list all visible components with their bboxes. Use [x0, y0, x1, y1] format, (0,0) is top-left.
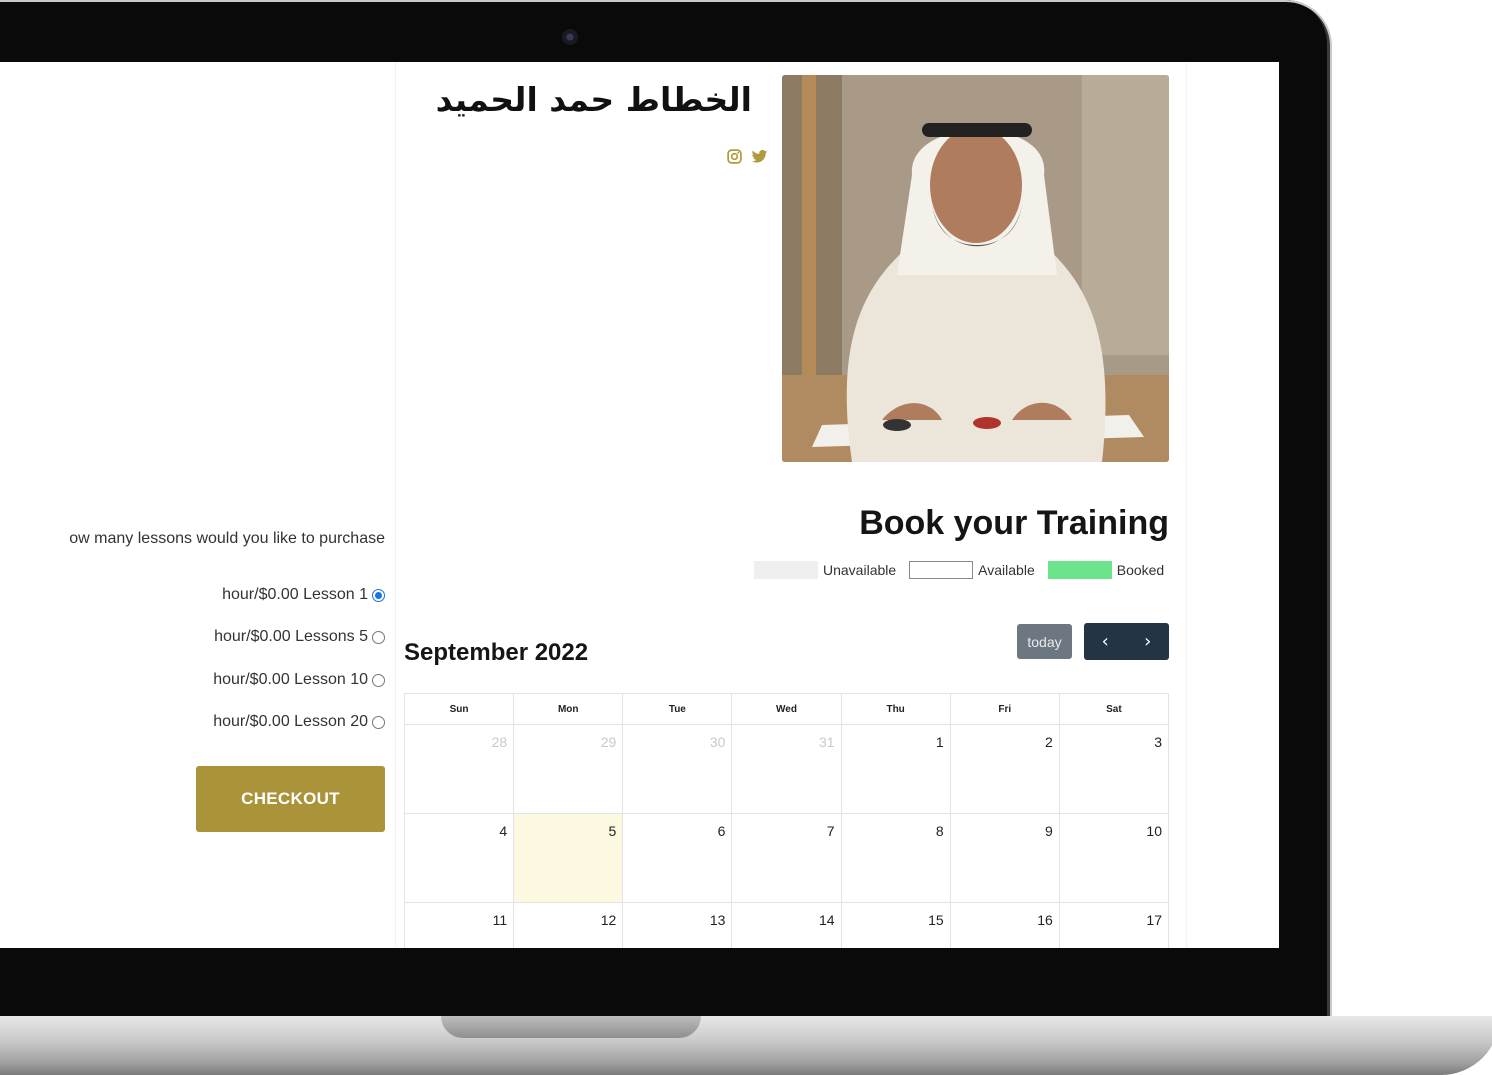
calendar-day-cell[interactable]: 17: [1058, 902, 1170, 948]
booked-swatch: [1047, 561, 1112, 579]
calendar-day-cell[interactable]: 12: [513, 902, 624, 948]
weekday-header: Tue: [622, 693, 733, 725]
calendar-day-cell[interactable]: 8: [840, 813, 951, 903]
calendar-week-row: 11 12 13 14 15 16 17: [403, 902, 1170, 948]
instagram-icon: [727, 149, 742, 164]
twitter-icon: [751, 150, 768, 163]
legend-available-label: Available: [978, 562, 1035, 578]
calendar-day-cell[interactable]: 29: [513, 724, 624, 814]
lesson-option-label: hour/$0.00 Lessons 5: [214, 628, 368, 645]
calendar-day-cell[interactable]: 15: [840, 902, 951, 948]
month-calendar: Sun Mon Tue Wed Thu Fri Sat 28 29 30 31 …: [403, 693, 1170, 948]
instructor-photo: [782, 75, 1169, 462]
social-links: [726, 148, 768, 165]
next-month-button[interactable]: ›: [1127, 623, 1170, 660]
calendar-day-cell[interactable]: 30: [622, 724, 733, 814]
weekday-header: Wed: [731, 693, 842, 725]
weekday-header: Thu: [840, 693, 951, 725]
lesson-option-radio[interactable]: [372, 630, 385, 644]
legend-unavailable-label: Unavailable: [823, 562, 897, 578]
prev-month-button[interactable]: ‹: [1084, 623, 1127, 660]
book-training-heading: Book your Training: [859, 504, 1169, 542]
weekday-header: Sun: [403, 693, 515, 725]
calendar-day-cell[interactable]: 13: [622, 902, 733, 948]
lesson-option-label: hour/$0.00 Lesson 20: [213, 713, 368, 730]
lesson-option-radio[interactable]: [372, 588, 385, 602]
purchase-question: ow many lessons would you like to purcha…: [69, 530, 385, 547]
calendar-day-cell-today[interactable]: 5: [513, 813, 624, 903]
webcam-icon: [562, 29, 578, 45]
calendar-day-cell[interactable]: 6: [622, 813, 733, 903]
lesson-option-radio[interactable]: [372, 715, 385, 729]
calendar-month-title: September 2022: [404, 639, 589, 666]
unavailable-swatch: [754, 561, 818, 579]
calendar-day-cell[interactable]: 1: [840, 724, 951, 814]
lesson-option-10[interactable]: hour/$0.00 Lesson 10: [213, 671, 385, 689]
weekday-header-row: Sun Mon Tue Wed Thu Fri Sat: [403, 693, 1170, 725]
laptop-notch: [441, 1016, 701, 1038]
weekday-header: Sat: [1058, 693, 1170, 725]
screen-bottom-bezel: [0, 948, 1279, 994]
availability-legend: Unavailable Available Booked: [754, 561, 1177, 579]
available-swatch: [909, 561, 974, 579]
instagram-link[interactable]: [726, 148, 743, 165]
laptop-base: [0, 1016, 1492, 1075]
lesson-option-label: hour/$0.00 Lesson 10: [213, 671, 368, 688]
calendar-day-cell[interactable]: 28: [403, 724, 515, 814]
lesson-option-20[interactable]: hour/$0.00 Lesson 20: [213, 713, 385, 731]
calendar-day-cell[interactable]: 7: [731, 813, 842, 903]
browser-viewport: الخطاط حمد الحميد Book your Training Una…: [0, 62, 1279, 948]
weekday-header: Fri: [949, 693, 1060, 725]
lesson-option-radio[interactable]: [372, 673, 385, 687]
calendar-day-cell[interactable]: 10: [1058, 813, 1170, 903]
calendar-day-cell[interactable]: 14: [731, 902, 842, 948]
calendar-week-row: 28 29 30 31 1 2 3: [403, 724, 1170, 814]
calendar-day-cell[interactable]: 4: [403, 813, 515, 903]
checkout-button[interactable]: CHECKOUT: [196, 766, 385, 832]
calendar-week-row: 4 5 6 7 8 9 10: [403, 813, 1170, 903]
calendar-day-cell[interactable]: 31: [731, 724, 842, 814]
twitter-link[interactable]: [751, 148, 768, 165]
calendar-day-cell[interactable]: 16: [949, 902, 1060, 948]
calendar-day-cell[interactable]: 3: [1058, 724, 1170, 814]
today-button[interactable]: today: [1017, 624, 1072, 659]
calendar-nav: ‹ ›: [1084, 623, 1169, 660]
instructor-name: الخطاط حمد الحميد: [435, 80, 752, 119]
lesson-option-5[interactable]: hour/$0.00 Lessons 5: [214, 628, 385, 646]
calendar-day-cell[interactable]: 11: [403, 902, 515, 948]
lesson-option-1[interactable]: hour/$0.00 Lesson 1: [222, 586, 385, 604]
instructor-photo-illustration: [782, 75, 1169, 462]
weekday-header: Mon: [513, 693, 624, 725]
calendar-day-cell[interactable]: 2: [949, 724, 1060, 814]
lesson-option-label: hour/$0.00 Lesson 1: [222, 586, 368, 603]
legend-booked-label: Booked: [1116, 562, 1165, 578]
calendar-day-cell[interactable]: 9: [949, 813, 1060, 903]
